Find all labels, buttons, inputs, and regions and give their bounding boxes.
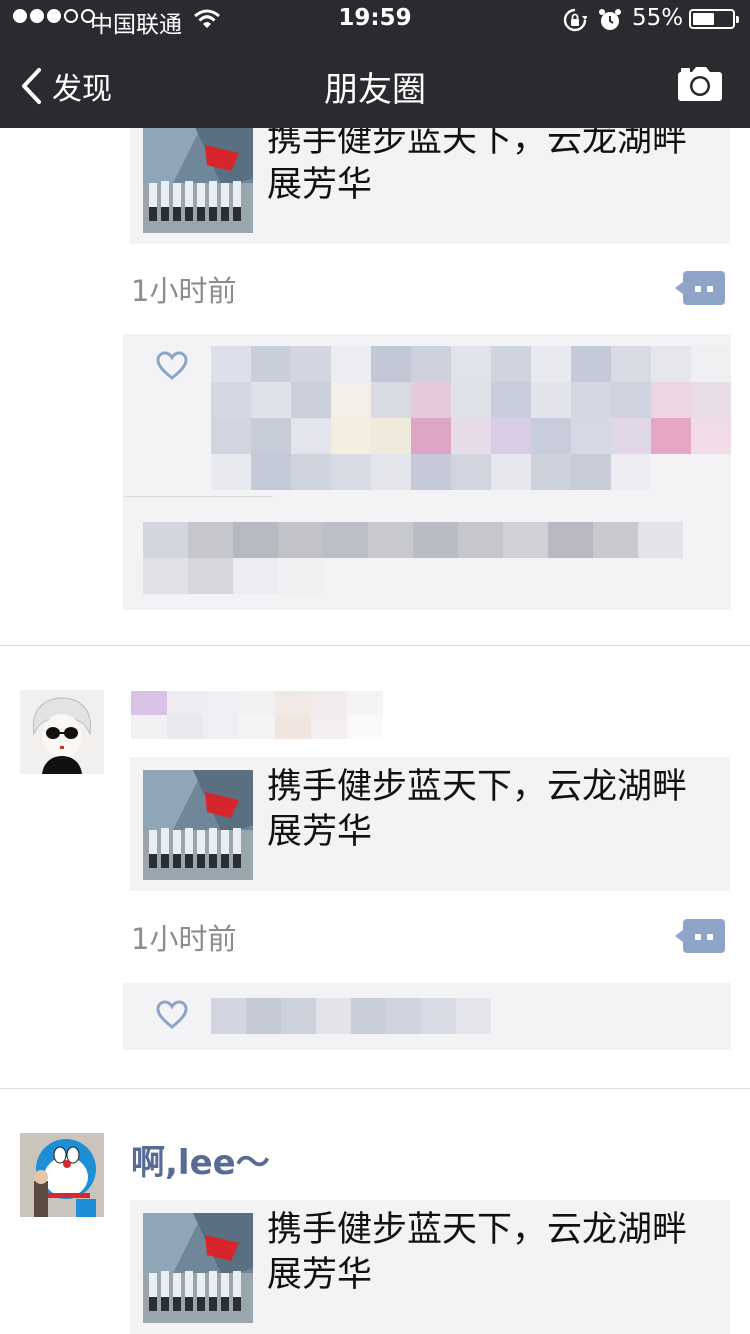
page-title: 朋友圈 bbox=[324, 70, 426, 110]
link-thumbnail bbox=[143, 1213, 253, 1323]
link-title: 携手健步蓝天下，云龙湖畔展芳华 bbox=[267, 128, 688, 205]
shared-link-card[interactable]: 携手健步蓝天下，云龙湖畔展芳华 bbox=[130, 757, 730, 891]
avatar[interactable] bbox=[20, 1133, 104, 1217]
likes-comments-box bbox=[123, 334, 731, 610]
author-name[interactable] bbox=[131, 691, 386, 739]
nav-bar: 发现 朋友圈 bbox=[0, 40, 750, 128]
comment-icon[interactable] bbox=[675, 919, 725, 953]
status-bar: 中国联通 19:59 55% bbox=[0, 0, 750, 40]
link-thumbnail bbox=[143, 770, 253, 880]
comment-icon[interactable] bbox=[675, 271, 725, 305]
camera-button[interactable] bbox=[677, 66, 723, 106]
shared-link-card[interactable]: 携手健步蓝天下，云龙湖畔展芳华 bbox=[130, 128, 730, 244]
battery-icon bbox=[689, 9, 739, 29]
top-bar: 中国联通 19:59 55% 发现 朋友圈 bbox=[0, 0, 750, 128]
blurred-comment bbox=[143, 522, 683, 602]
author-name[interactable]: 啊,lee～ bbox=[131, 1135, 270, 1184]
link-title: 携手健步蓝天下，云龙湖畔展芳华 bbox=[267, 767, 688, 852]
avatar[interactable] bbox=[20, 690, 104, 774]
likes-box bbox=[123, 983, 731, 1050]
rotation-lock-icon bbox=[563, 8, 588, 38]
blurred-likes bbox=[211, 346, 731, 491]
alarm-icon bbox=[598, 8, 622, 38]
heart-icon bbox=[156, 351, 188, 380]
battery-percent: 55% bbox=[632, 5, 684, 31]
heart-icon bbox=[156, 1000, 188, 1029]
post-time: 1小时前 bbox=[131, 274, 237, 308]
camera-icon bbox=[678, 67, 722, 101]
blurred-likes bbox=[211, 998, 491, 1038]
post-time: 1小时前 bbox=[131, 922, 237, 956]
shared-link-card[interactable]: 携手健步蓝天下，云龙湖畔展芳华 bbox=[130, 1200, 730, 1334]
moment-post: 携手健步蓝天下，云龙湖畔展芳华 1小时前 bbox=[0, 646, 750, 1089]
moment-post: 啊,lee～ 携手健步蓝天下，云龙湖畔展芳华 bbox=[0, 1089, 750, 1334]
link-title: 携手健步蓝天下，云龙湖畔展芳华 bbox=[267, 1210, 688, 1295]
link-thumbnail bbox=[143, 128, 253, 233]
moments-feed[interactable]: 携手健步蓝天下，云龙湖畔展芳华 1小时前 携手健步蓝天下，云龙湖畔展芳华 1小时… bbox=[0, 128, 750, 1334]
moment-post: 携手健步蓝天下，云龙湖畔展芳华 1小时前 bbox=[0, 128, 750, 646]
